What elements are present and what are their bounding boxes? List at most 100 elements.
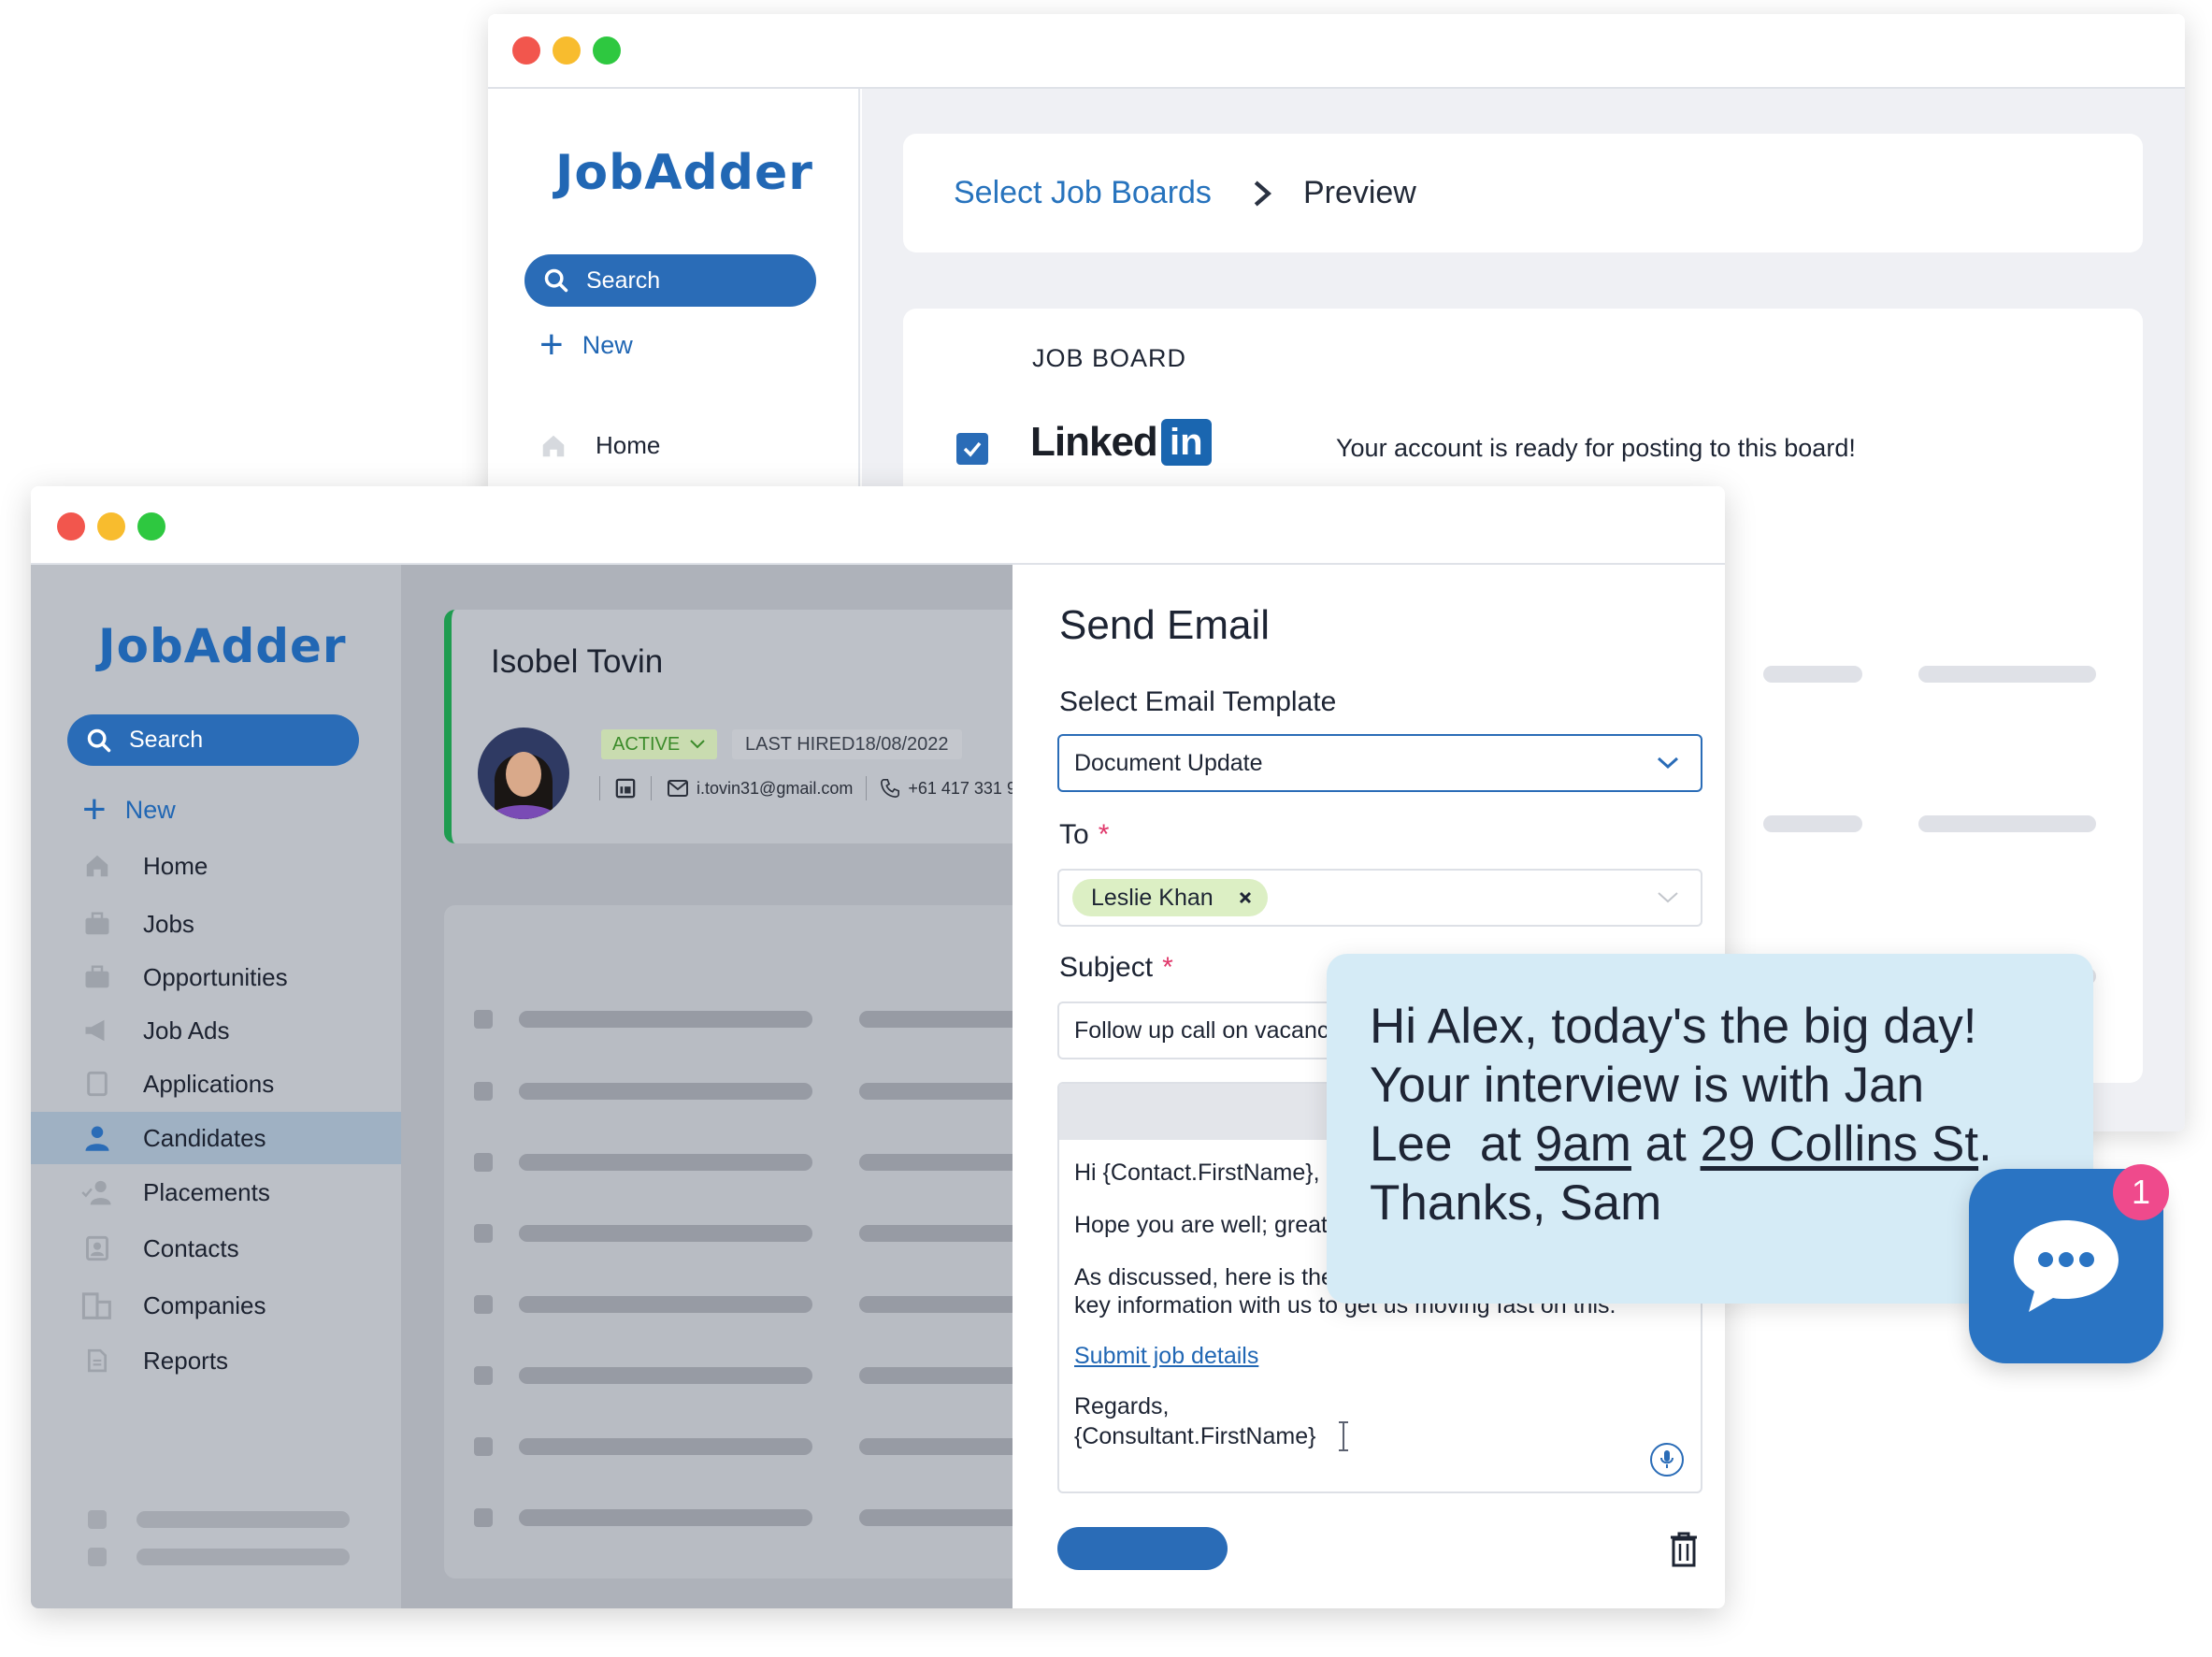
breadcrumb-select-job-boards[interactable]: Select Job Boards [954,175,1212,211]
report-icon [81,1345,113,1376]
candidate-avatar [478,728,569,819]
chevron-down-icon [1657,756,1679,770]
breadcrumb-preview: Preview [1302,175,1416,210]
breadcrumb: Select Job Boards Preview [903,134,2143,252]
trash-icon[interactable] [1669,1532,1699,1567]
nav-item-contacts[interactable]: Contacts [31,1222,401,1275]
nav-item-label: Candidates [143,1123,266,1152]
search-button[interactable]: Search [67,714,359,766]
nav-item-label: Applications [143,1069,275,1098]
nav-item-companies[interactable]: Companies [31,1279,401,1332]
recipient-name: Leslie Khan [1091,884,1214,911]
candidate-details-placeholder [444,905,1024,1578]
candidate-area: Isobel Tovin ACTIVE LAST HIRED18/08/2022… [401,565,1026,1608]
chat-line: Your interview is with Jan [1370,1058,1925,1113]
unread-count-badge: 1 [2113,1164,2169,1220]
maximize-window-button[interactable] [593,36,621,65]
body-signature: {Consultant.FirstName} [1074,1423,1316,1449]
mail-icon [668,780,688,797]
text-cursor-icon [1339,1421,1349,1451]
job-board-header: JOB BOARD [1032,344,1187,372]
to-field[interactable]: Leslie Khan [1057,869,1702,927]
candidate-phone[interactable]: +61 417 331 98 [908,779,1026,799]
candidate-card: Isobel Tovin ACTIVE LAST HIRED18/08/2022… [444,610,1026,843]
board-status-text: Your account is ready for posting to thi… [1336,434,1856,462]
email-template-select[interactable]: Document Update [1057,734,1702,792]
window-titlebar [488,14,2185,89]
chat-line: Lee at 9am at 29 Collins St. [1370,1115,2080,1174]
to-label: To * [1059,819,1110,850]
close-icon[interactable] [1238,890,1253,905]
building-icon [81,1290,113,1321]
nav-item-label: Companies [143,1290,266,1319]
subject-value: Follow up call on vacanc [1074,1016,1329,1044]
chevron-down-icon [690,740,705,749]
logo: JobAdder [555,145,813,201]
subject-label-text: Subject [1059,952,1154,983]
nav-item-label: Jobs [143,909,194,938]
minimize-window-button[interactable] [97,512,125,540]
send-button[interactable] [1057,1527,1228,1570]
chat-text-segment: Lee at [1370,1117,1535,1172]
search-label: Search [586,267,661,294]
linkedin-checkbox[interactable] [956,433,988,465]
linkedin-icon[interactable] [615,778,636,799]
last-hired-badge: LAST HIRED18/08/2022 [732,729,962,759]
contact-card-icon [81,1232,113,1264]
briefcase-icon [81,908,113,940]
nav-item-home[interactable]: Home [31,840,401,892]
nav-item-jobs[interactable]: Jobs [31,898,401,950]
template-value: Document Update [1074,749,1263,776]
search-icon [544,268,568,293]
recipient-chip: Leslie Khan [1072,879,1268,916]
sidebar: JobAdder Search + New Home Jobs Opportun… [31,565,401,1608]
linkedin-logo: Linked in [1030,419,1212,466]
chat-text-segment: at [1630,1117,1701,1172]
nav-item-label: Home [596,431,661,459]
plus-icon: + [539,322,564,367]
close-window-button[interactable] [512,36,540,65]
nav-item-applications[interactable]: Applications [31,1058,401,1110]
nav-item-label: Opportunities [143,962,288,991]
new-button[interactable]: + New [539,324,633,366]
nav-item-label: Contacts [143,1233,239,1262]
chat-text-segment: . [1978,1117,1992,1172]
new-label: New [582,330,633,359]
candidate-contact-row: i.tovin31@gmail.com +61 417 331 98 [599,776,1026,800]
new-button[interactable]: + New [82,789,176,830]
nav-item-home[interactable]: Home [539,431,660,460]
person-check-icon [81,1176,113,1208]
nav-item-label: Job Ads [143,1016,230,1045]
body-regards: Regards, [1074,1393,1170,1419]
status-badge[interactable]: ACTIVE [601,729,718,759]
chat-line: Hi Alex, today's the big day! [1370,999,1977,1054]
nav-item-candidates[interactable]: Candidates [31,1112,401,1164]
search-button[interactable]: Search [524,254,816,307]
document-icon [81,1068,113,1100]
submit-job-details-link[interactable]: Submit job details [1074,1342,1691,1370]
maximize-window-button[interactable] [137,512,165,540]
phone-icon [881,779,900,798]
logo: JobAdder [98,619,347,673]
nav-item-reports[interactable]: Reports [31,1334,401,1387]
home-icon [81,850,113,882]
checkmark-icon [963,441,982,457]
nav-item-placements[interactable]: Placements [31,1166,401,1218]
candidate-email[interactable]: i.tovin31@gmail.com [697,779,853,799]
plus-icon: + [82,786,107,832]
minimize-window-button[interactable] [553,36,581,65]
microphone-button[interactable] [1650,1443,1684,1477]
close-window-button[interactable] [57,512,85,540]
briefcase-icon [81,961,113,993]
subject-label: Subject * [1059,952,1173,983]
new-label: New [124,795,176,824]
microphone-icon [1660,1450,1673,1468]
nav-item-opportunities[interactable]: Opportunities [31,951,401,1003]
nav-item-job-ads[interactable]: Job Ads [31,1004,401,1057]
nav-item-label: Reports [143,1346,229,1375]
window-titlebar [31,486,1725,565]
template-label: Select Email Template [1059,686,1337,717]
panel-title: Send Email [1059,602,1271,648]
megaphone-icon [81,1015,113,1046]
chat-bubble-icon [2014,1220,2119,1312]
